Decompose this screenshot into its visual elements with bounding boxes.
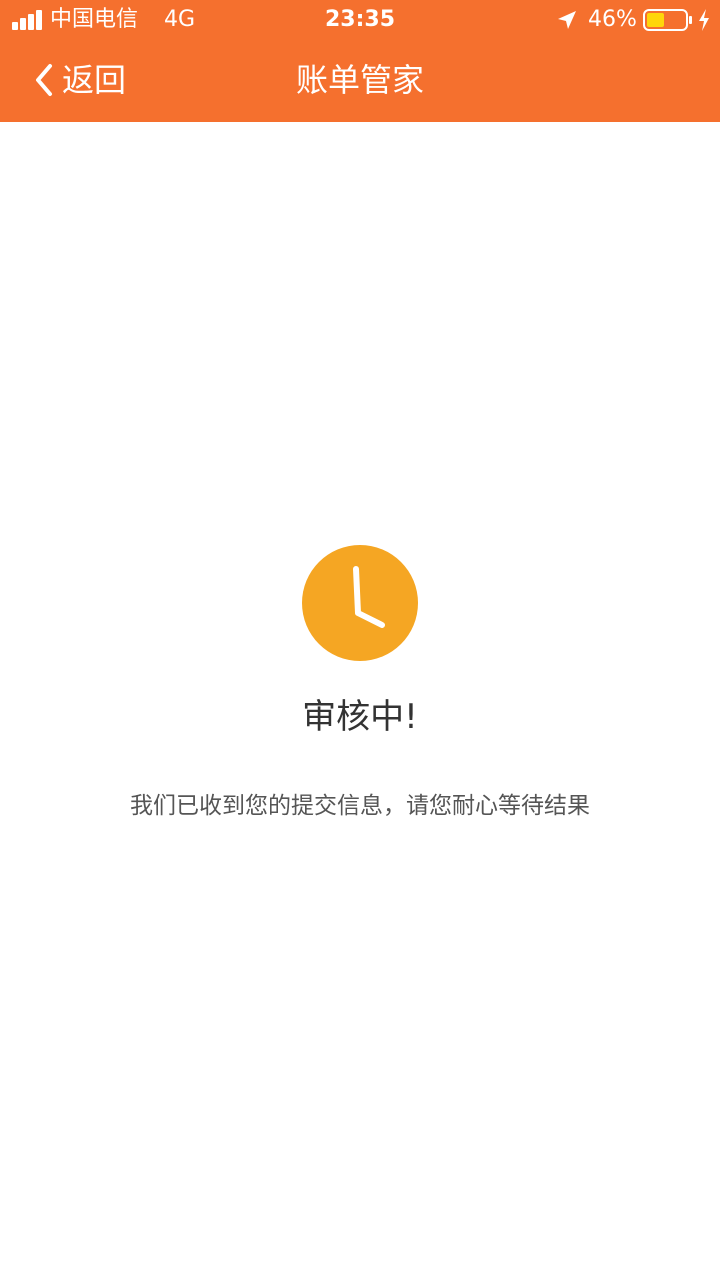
battery-percentage: 46%	[588, 7, 637, 32]
battery-icon	[643, 9, 692, 31]
header: 中国电信 4G 23:35 46% 返回 账单管家	[0, 0, 720, 122]
battery-fill	[647, 13, 664, 27]
charging-bolt-icon	[699, 9, 709, 31]
status-message: 我们已收到您的提交信息，请您耐心等待结果	[130, 793, 590, 819]
page-title: 账单管家	[295, 61, 424, 99]
clock-icon	[302, 545, 418, 661]
location-arrow-icon	[558, 11, 576, 29]
status-title: 审核中!	[302, 697, 418, 737]
status-bar: 中国电信 4G 23:35 46%	[0, 0, 720, 40]
screen: 中国电信 4G 23:35 46% 返回 账单管家 审核中! 我们已收到您的提交…	[0, 0, 720, 1280]
nav-bar: 返回 账单管家	[0, 40, 720, 122]
